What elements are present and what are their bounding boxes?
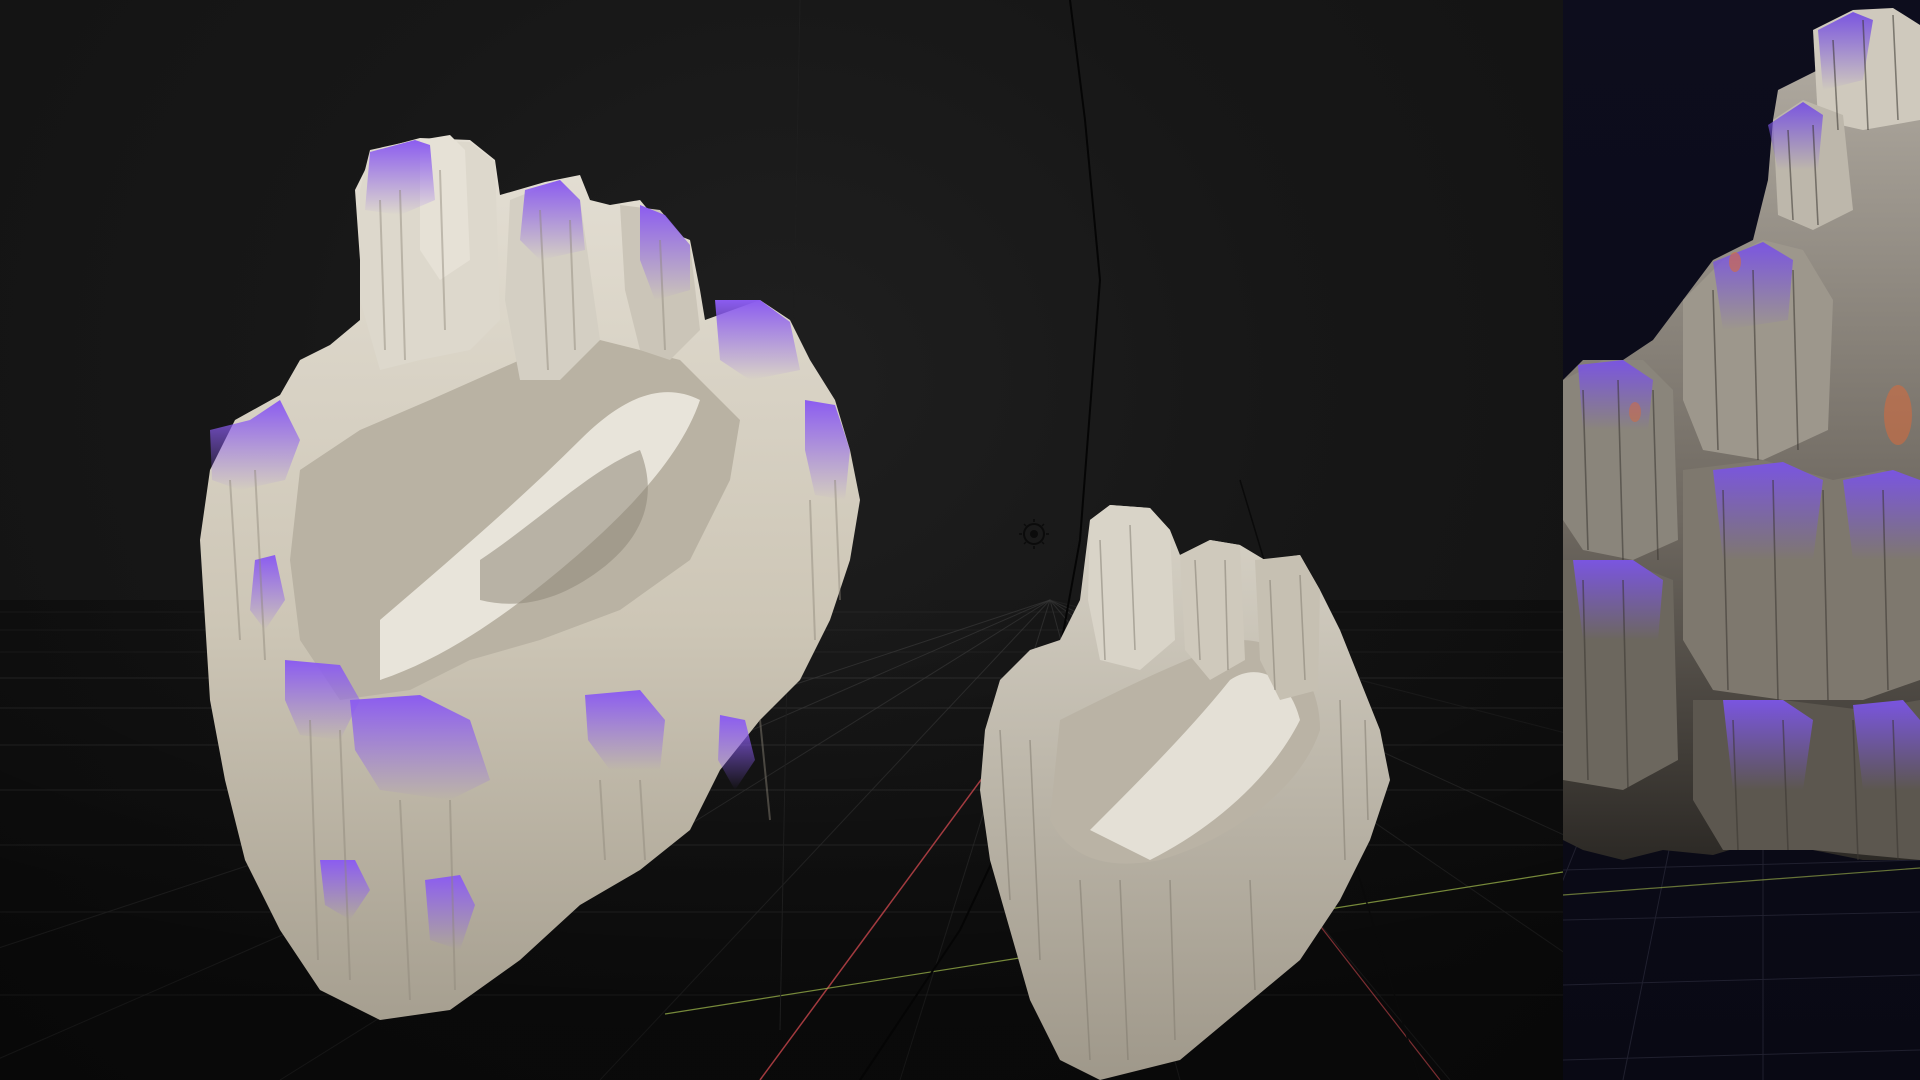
sun-light-icon[interactable]	[1019, 519, 1049, 549]
3d-viewport[interactable]	[0, 0, 1563, 1080]
viewport-canvas[interactable]	[0, 0, 1563, 1080]
render-preview	[1563, 0, 1920, 1080]
render-preview-canvas	[1563, 8, 1920, 1080]
